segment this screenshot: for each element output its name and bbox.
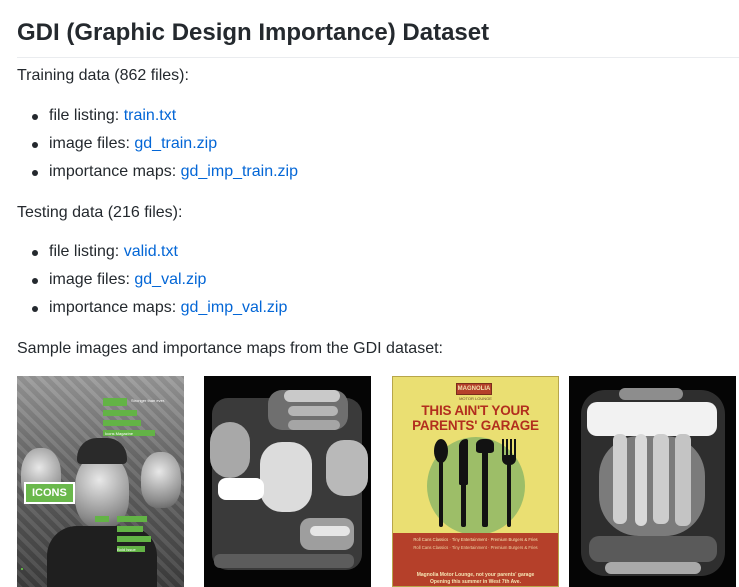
green-tag xyxy=(103,398,127,406)
sample-image-garage-poster: MAGNOLIA MOTOR LOUNGE THIS AIN'T YOUR PA… xyxy=(392,376,559,587)
footer-small-text: Roll Cans Classics · Tiny Entertainment … xyxy=(413,537,538,542)
map-region xyxy=(260,442,312,512)
icons-logo: ICONS xyxy=(24,482,75,504)
map-region xyxy=(675,434,691,526)
map-region xyxy=(587,402,717,436)
sample-image-icons-poster: Stronger than ever. Icons Magazine ICONS… xyxy=(17,376,184,587)
list-item: image files: gd_train.zip xyxy=(17,130,298,158)
list-item: importance maps: gd_imp_train.zip xyxy=(17,158,298,186)
list-item: image files: gd_val.zip xyxy=(17,266,287,294)
knife-icon xyxy=(459,439,468,485)
footer-small-text-repeat: Roll Cans Classics · Tiny Entertainment … xyxy=(413,545,538,550)
sample-importance-map-2 xyxy=(569,376,736,587)
map-region xyxy=(653,434,669,524)
poster-subtitle: MOTOR LOUNGE xyxy=(459,396,492,401)
map-region xyxy=(218,478,264,500)
spoon-icon xyxy=(434,439,448,463)
spoon-handle xyxy=(439,461,443,527)
gd-val-zip-link[interactable]: gd_val.zip xyxy=(134,271,206,288)
magnolia-badge: MAGNOLIA xyxy=(456,383,492,395)
item-label: image files: xyxy=(49,271,135,288)
map-region xyxy=(589,536,717,562)
footer-text: Magnolia Motor Lounge, not your parents'… xyxy=(399,572,552,586)
green-tag xyxy=(117,526,143,532)
green-tag xyxy=(103,410,137,416)
samples-intro: Sample images and importance maps from t… xyxy=(17,340,443,357)
fork-handle xyxy=(507,463,511,527)
sample-importance-map-1 xyxy=(204,376,371,587)
poster-title-line2: PARENTS' GARAGE xyxy=(412,418,539,433)
train-txt-link[interactable]: train.txt xyxy=(124,107,176,124)
green-tag xyxy=(95,516,109,522)
green-tag xyxy=(103,420,141,426)
testing-intro: Testing data (216 files): xyxy=(17,204,183,221)
valid-txt-link[interactable]: valid.txt xyxy=(124,243,178,260)
gd-train-zip-link[interactable]: gd_train.zip xyxy=(134,135,217,152)
map-region xyxy=(310,526,350,536)
heading-divider xyxy=(17,57,739,58)
training-intro: Training data (862 files): xyxy=(17,67,189,84)
map-region xyxy=(210,422,250,478)
training-list: file listing: train.txt image files: gd_… xyxy=(17,102,298,186)
gd-imp-val-zip-link[interactable]: gd_imp_val.zip xyxy=(181,299,288,316)
list-item: importance maps: gd_imp_val.zip xyxy=(17,294,287,322)
tag-text: Bold Issue xyxy=(117,547,136,552)
person-right xyxy=(141,452,181,508)
map-region xyxy=(613,434,627,524)
footer-line2: Opening this summer in West 7th Ave. xyxy=(430,579,521,585)
tag-text: Stronger than ever. xyxy=(131,398,166,403)
hat-shape xyxy=(77,438,127,464)
map-region xyxy=(288,420,340,430)
poster-title: THIS AIN'T YOUR PARENTS' GARAGE xyxy=(393,403,558,433)
footer-line1: Magnolia Motor Lounge, not your parents'… xyxy=(416,572,535,578)
green-tag xyxy=(21,568,23,570)
wrench-handle xyxy=(482,451,488,527)
map-region xyxy=(619,388,683,400)
testing-list: file listing: valid.txt image files: gd_… xyxy=(17,238,287,322)
map-region xyxy=(284,390,340,402)
poster-title-line1: THIS AIN'T YOUR xyxy=(421,403,530,418)
item-label: importance maps: xyxy=(49,299,181,316)
tag-text: Icons Magazine xyxy=(105,431,134,436)
item-label: file listing: xyxy=(49,107,124,124)
map-region xyxy=(326,440,368,496)
gd-imp-train-zip-link[interactable]: gd_imp_train.zip xyxy=(181,163,298,180)
map-region xyxy=(635,434,647,526)
list-item: file listing: valid.txt xyxy=(17,238,287,266)
item-label: file listing: xyxy=(49,243,124,260)
page-heading: GDI (Graphic Design Importance) Dataset xyxy=(17,19,490,46)
knife-handle xyxy=(461,483,466,527)
map-region xyxy=(214,554,354,568)
list-item: file listing: train.txt xyxy=(17,102,298,130)
item-label: importance maps: xyxy=(49,163,181,180)
map-region xyxy=(605,562,701,574)
item-label: image files: xyxy=(49,135,135,152)
green-tag xyxy=(117,536,151,542)
map-region xyxy=(288,406,338,416)
green-tag xyxy=(117,516,147,522)
